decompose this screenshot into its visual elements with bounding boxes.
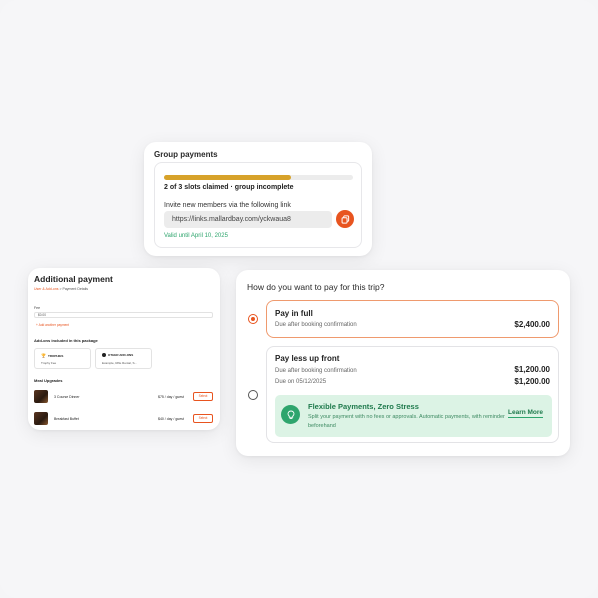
upgrades-heading: Meal Upgrades bbox=[34, 378, 63, 383]
info-icon bbox=[102, 353, 106, 357]
group-payments-title: Group payments bbox=[154, 150, 218, 159]
option-pay-in-full[interactable]: Pay in full Due after booking confirmati… bbox=[266, 300, 559, 338]
fee-label: Fee bbox=[34, 306, 41, 310]
group-payments-card: Group payments 2 of 3 slots claimed · gr… bbox=[144, 142, 372, 256]
option-title: Pay less up front bbox=[275, 354, 340, 363]
upgrade-row: 3 Course Dinner $75 / day / guest Select bbox=[34, 390, 214, 403]
breadcrumb-separator: > bbox=[59, 287, 62, 291]
option-line2-label: Due on 05/12/2025 bbox=[275, 379, 327, 385]
learn-more-link[interactable]: Learn More bbox=[508, 409, 544, 418]
addons-heading: Add-ons included in this package bbox=[34, 338, 98, 343]
link-valid-until: Valid until April 10, 2025 bbox=[164, 233, 228, 239]
upgrade-name: Breakfast Buffet bbox=[54, 417, 79, 421]
select-upgrade-button[interactable]: Select bbox=[193, 392, 213, 401]
slots-progress-fill bbox=[164, 175, 291, 180]
add-payment-link[interactable]: + Add another payment bbox=[36, 323, 69, 327]
breadcrumb: User & Add-ons > Payment Details bbox=[34, 287, 88, 291]
flexible-payments-banner: Flexible Payments, Zero Stress Split you… bbox=[275, 395, 552, 437]
payment-option-card: How do you want to pay for this trip? Pa… bbox=[236, 270, 570, 456]
payment-question: How do you want to pay for this trip? bbox=[247, 282, 385, 292]
option-line2-amount: $1,200.00 bbox=[514, 377, 550, 386]
upgrade-row: Breakfast Buffet $40 / day / guest Selec… bbox=[34, 412, 214, 425]
radio-pay-in-full[interactable] bbox=[248, 314, 258, 324]
addon-title: TROPHIES bbox=[47, 353, 64, 358]
radio-pay-less-up-front[interactable] bbox=[248, 390, 258, 400]
additional-payment-title: Additional payment bbox=[34, 274, 113, 284]
slots-status: 2 of 3 slots claimed · group incomplete bbox=[164, 184, 294, 191]
upgrade-name: 3 Course Dinner bbox=[54, 395, 80, 399]
upgrade-price: $40 / day / guest bbox=[158, 417, 184, 421]
meal-thumbnail bbox=[34, 412, 48, 425]
group-payments-panel: 2 of 3 slots claimed · group incomplete … bbox=[154, 162, 362, 248]
invite-label: Invite new members via the following lin… bbox=[164, 202, 291, 209]
invite-link-field[interactable]: https://links.mallardbay.com/yckwaua8 bbox=[164, 211, 332, 228]
flexible-description: Split your payment with no fees or appro… bbox=[308, 414, 505, 429]
slots-progress-bar bbox=[164, 175, 353, 180]
addon-other: OTHER ADD-ONS Example, Rifle Rental, S..… bbox=[95, 348, 152, 369]
trophy-icon: 🏆 bbox=[41, 353, 46, 358]
addon-title: OTHER ADD-ONS bbox=[108, 353, 134, 357]
canvas: Group payments 2 of 3 slots claimed · gr… bbox=[0, 0, 598, 598]
select-upgrade-button[interactable]: Select bbox=[193, 414, 213, 423]
option-subtitle: Due after booking confirmation bbox=[275, 322, 357, 328]
flexible-title: Flexible Payments, Zero Stress bbox=[308, 402, 419, 411]
option-pay-less-up-front[interactable]: Pay less up front Due after booking conf… bbox=[266, 346, 559, 443]
addon-subtitle: Trophy Fee bbox=[41, 361, 57, 365]
fee-input[interactable]: $0.00 bbox=[34, 312, 213, 318]
breadcrumb-step2: Payment Details bbox=[62, 287, 89, 291]
lightbulb-icon bbox=[281, 405, 300, 424]
additional-payment-card: Additional payment User & Add-ons > Paym… bbox=[28, 268, 220, 430]
option-line1-label: Due after booking confirmation bbox=[275, 368, 357, 374]
addon-trophies: 🏆 TROPHIES Trophy Fee bbox=[34, 348, 91, 369]
copy-link-button[interactable] bbox=[336, 210, 354, 228]
copy-icon bbox=[341, 214, 349, 224]
meal-thumbnail bbox=[34, 390, 48, 403]
option-line1-amount: $1,200.00 bbox=[514, 365, 550, 374]
option-title: Pay in full bbox=[275, 309, 313, 318]
breadcrumb-step1[interactable]: User & Add-ons bbox=[34, 287, 59, 291]
upgrade-price: $75 / day / guest bbox=[158, 395, 184, 399]
option-amount: $2,400.00 bbox=[514, 320, 550, 329]
addon-subtitle: Example, Rifle Rental, S... bbox=[102, 361, 138, 365]
